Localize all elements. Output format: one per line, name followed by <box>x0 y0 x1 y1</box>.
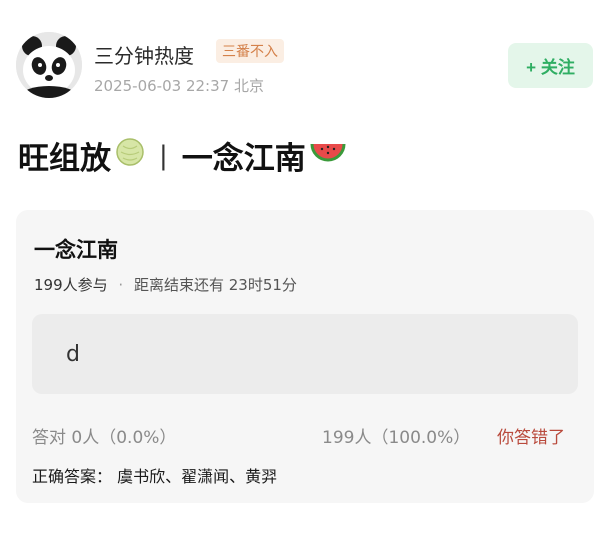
quiz-participants: 199人参与 <box>34 276 108 294</box>
correct-label: 答对 <box>32 428 66 448</box>
correct-count: 0人（0.0%） <box>71 428 177 448</box>
answer-key: 正确答案： 虞书欣、翟潇闻、黄羿 <box>32 463 277 487</box>
author-name[interactable]: 三分钟热度 <box>94 40 194 69</box>
correct-stats: 答对 0人（0.0%） <box>32 423 176 448</box>
wrong-stats: 199人（100.0%） <box>322 428 471 448</box>
post-timestamp: 2025-06-03 22:37 <box>94 77 230 95</box>
quiz-title: 一念江南 <box>34 238 118 262</box>
quiz-answer-option[interactable]: d <box>32 314 578 394</box>
watermelon-icon <box>310 138 346 174</box>
avatar[interactable] <box>16 32 82 98</box>
wrong-result-label: 你答错了 <box>497 428 565 448</box>
post-title-left: 旺组放 <box>18 141 111 177</box>
meta-dot: · <box>118 276 124 294</box>
post-location: 北京 <box>233 77 264 95</box>
quiz-meta: 199人参与 · 距离结束还有 23时51分 <box>34 274 297 295</box>
title-separator: | <box>159 140 168 171</box>
answer-key-value: 虞书欣、翟潇闻、黄羿 <box>117 467 278 486</box>
quiz-answer-text: d <box>66 342 80 367</box>
answer-key-label: 正确答案： <box>32 467 113 486</box>
quiz-card: 一念江南 199人参与 · 距离结束还有 23时51分 d 答对 0人（0.0%… <box>16 210 594 503</box>
follow-button[interactable]: + 关注 <box>508 43 593 88</box>
quiz-deadline: 距离结束还有 23时51分 <box>133 276 297 294</box>
melon-icon <box>115 137 145 175</box>
author-badge: 三番不入 <box>216 39 284 63</box>
post-title: 旺组放 | 一念江南 <box>18 133 346 178</box>
post-meta: 2025-06-03 22:37 北京 <box>94 75 264 96</box>
post-title-right: 一念江南 <box>181 141 306 177</box>
panda-avatar-icon <box>16 32 82 98</box>
